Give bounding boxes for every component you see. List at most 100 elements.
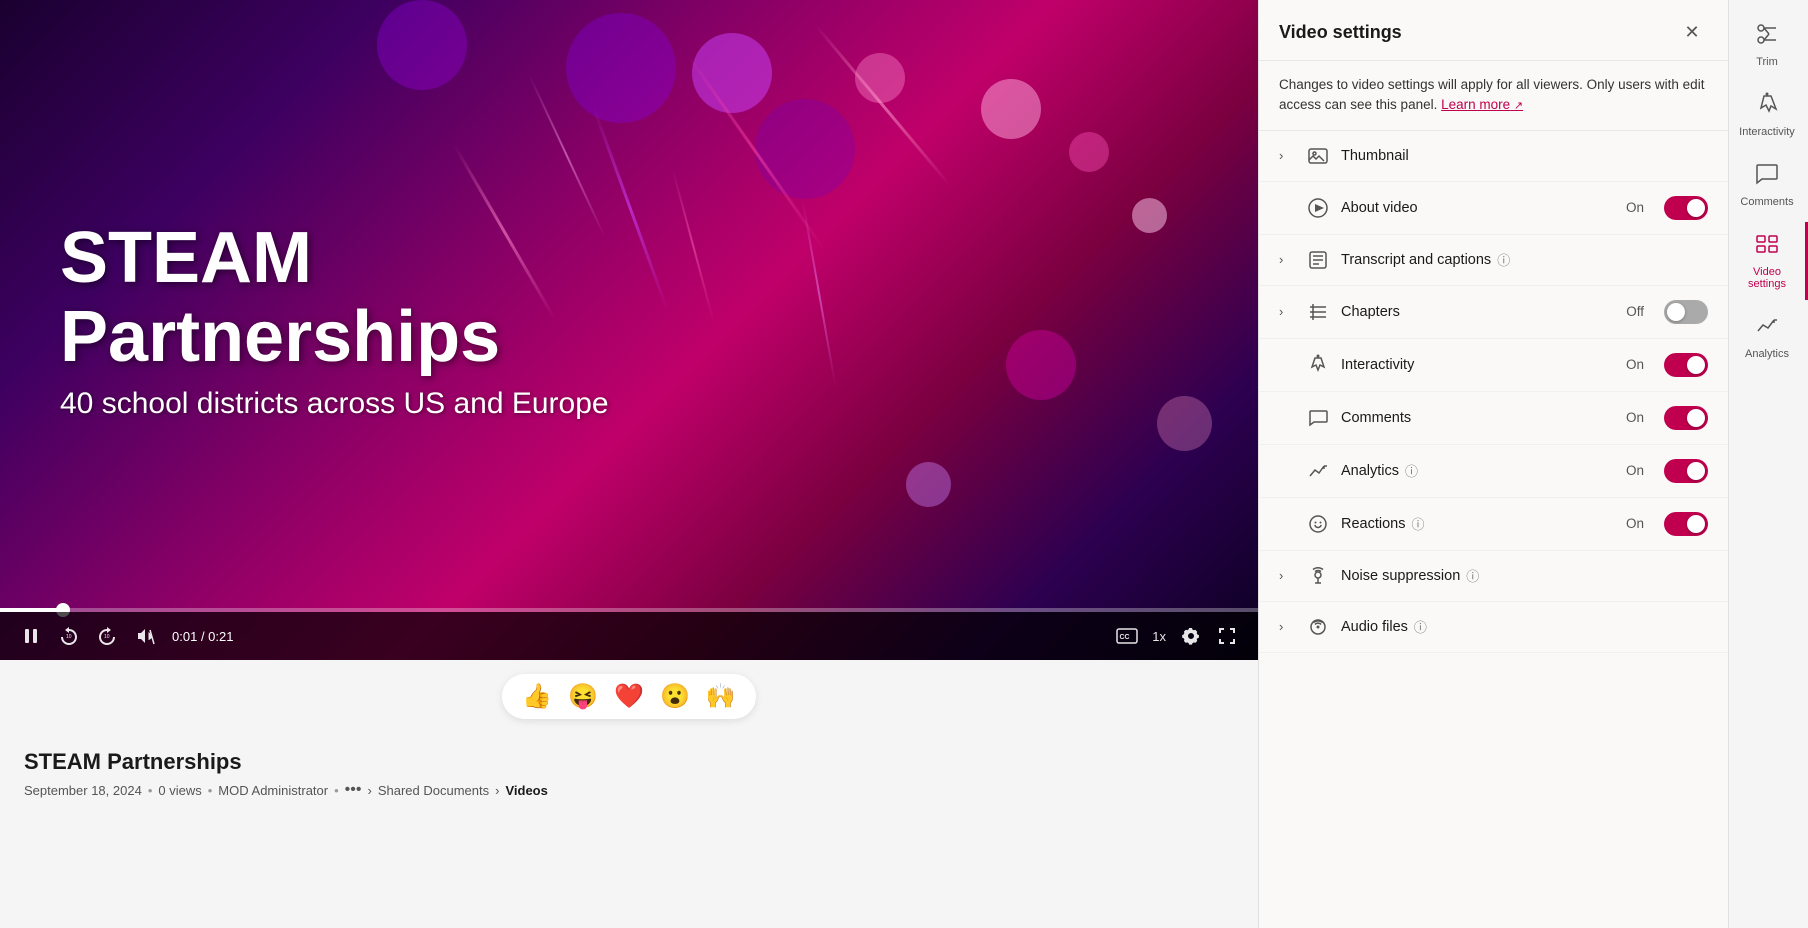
audio-label-text: Audio files xyxy=(1341,619,1408,635)
analytics-settings-icon xyxy=(1307,460,1329,482)
transcript-info-icon[interactable]: ⓘ xyxy=(1497,250,1510,269)
settings-row-analytics: › Analytics ⓘ On xyxy=(1259,445,1728,498)
nav-item-trim[interactable]: Trim xyxy=(1729,12,1808,78)
video-area: STEAM Partnerships 40 school districts a… xyxy=(0,0,1258,928)
chevron-audio: › xyxy=(1279,619,1295,634)
interactivity-toggle[interactable] xyxy=(1664,353,1708,377)
interactivity-settings-icon xyxy=(1307,354,1329,376)
settings-row-transcript[interactable]: › Transcript and captions ⓘ xyxy=(1259,235,1728,286)
nav-settings-icon xyxy=(1755,232,1779,262)
transcript-label: Transcript and captions ⓘ xyxy=(1341,250,1708,269)
analytics-status: On xyxy=(1626,463,1644,478)
reactions-toggle[interactable] xyxy=(1664,512,1708,536)
volume-button[interactable] xyxy=(130,621,160,651)
nav-interactivity-label: Interactivity xyxy=(1739,126,1795,138)
interactivity-label: Interactivity xyxy=(1341,357,1614,373)
interactivity-status: On xyxy=(1626,357,1644,372)
settings-row-about-video: › About video On xyxy=(1259,182,1728,235)
video-title-line2: Partnerships xyxy=(60,298,1198,377)
video-content-overlay: STEAM Partnerships 40 school districts a… xyxy=(0,0,1258,660)
trim-label: Trim xyxy=(1756,56,1778,68)
audio-info-icon[interactable]: ⓘ xyxy=(1414,617,1427,636)
about-video-status: On xyxy=(1626,200,1644,215)
settings-row-noise[interactable]: › Noise suppression ⓘ xyxy=(1259,551,1728,602)
nav-analytics-label: Analytics xyxy=(1745,348,1789,360)
settings-panel: Video settings ✕ Changes to video settin… xyxy=(1258,0,1728,928)
nav-analytics-icon xyxy=(1755,314,1779,344)
breadcrumb-shared[interactable]: Shared Documents xyxy=(378,783,489,798)
analytics-label-text: Analytics xyxy=(1341,463,1399,479)
forward-button[interactable]: 10 xyxy=(92,621,122,651)
trim-icon xyxy=(1755,22,1779,52)
svg-text:10: 10 xyxy=(104,634,110,640)
nav-comments-label: Comments xyxy=(1740,196,1793,208)
more-options-dots[interactable]: ••• xyxy=(345,781,362,799)
time-display: 0:01 / 0:21 xyxy=(172,629,233,644)
chevron-thumbnail: › xyxy=(1279,148,1295,163)
reactions-info-icon[interactable]: ⓘ xyxy=(1411,514,1424,533)
settings-row-reactions: › Reactions ⓘ On xyxy=(1259,498,1728,551)
pause-button[interactable] xyxy=(16,621,46,651)
reactions-settings-icon xyxy=(1307,513,1329,535)
learn-more-text: Learn more xyxy=(1441,97,1510,112)
comments-settings-icon xyxy=(1307,407,1329,429)
noise-label: Noise suppression ⓘ xyxy=(1341,566,1708,585)
svg-text:CC: CC xyxy=(1120,634,1130,641)
reaction-laugh[interactable]: 😝 xyxy=(568,682,598,711)
noise-info-icon[interactable]: ⓘ xyxy=(1466,566,1479,585)
audio-label: Audio files ⓘ xyxy=(1341,617,1708,636)
settings-description: Changes to video settings will apply for… xyxy=(1259,61,1728,131)
learn-more-link[interactable]: Learn more ↗ xyxy=(1441,97,1523,112)
settings-row-thumbnail[interactable]: › Thumbnail xyxy=(1259,131,1728,182)
analytics-toggle[interactable] xyxy=(1664,459,1708,483)
settings-list: › Thumbnail › About video On xyxy=(1259,131,1728,928)
chevron-chapters: › xyxy=(1279,304,1295,319)
nav-item-comments[interactable]: Comments xyxy=(1729,152,1808,218)
breadcrumb-videos[interactable]: Videos xyxy=(505,783,547,798)
speed-button[interactable]: 1x xyxy=(1148,621,1170,651)
time-total: 0:21 xyxy=(208,629,233,644)
captions-button[interactable]: CC xyxy=(1112,621,1142,651)
transcript-icon xyxy=(1307,249,1329,271)
noise-icon xyxy=(1307,565,1329,587)
reaction-heart[interactable]: ❤️ xyxy=(614,682,644,711)
reactions-label: Reactions ⓘ xyxy=(1341,514,1614,533)
video-meta: September 18, 2024 • 0 views • MOD Admin… xyxy=(24,781,1234,799)
time-current: 0:01 xyxy=(172,629,197,644)
settings-row-audio[interactable]: › Audio files ⓘ xyxy=(1259,602,1728,653)
chapters-toggle[interactable] xyxy=(1664,300,1708,324)
nav-item-analytics[interactable]: Analytics xyxy=(1729,304,1808,370)
settings-header: Video settings ✕ xyxy=(1259,0,1728,61)
reaction-clap[interactable]: 🙌 xyxy=(706,682,736,711)
nav-item-video-settings[interactable]: Video settings xyxy=(1729,222,1808,300)
comments-toggle[interactable] xyxy=(1664,406,1708,430)
chapters-status: Off xyxy=(1626,304,1644,319)
chapters-icon xyxy=(1307,301,1329,323)
reactions-pill: 👍 😝 ❤️ 😮 🙌 xyxy=(502,674,755,719)
fullscreen-button[interactable] xyxy=(1212,621,1242,651)
nav-settings-label: Video settings xyxy=(1737,266,1797,290)
settings-row-chapters[interactable]: › Chapters Off xyxy=(1259,286,1728,339)
analytics-info-icon[interactable]: ⓘ xyxy=(1405,461,1418,480)
audio-icon xyxy=(1307,616,1329,638)
thumbnail-icon xyxy=(1307,145,1329,167)
reaction-wow[interactable]: 😮 xyxy=(660,682,690,711)
comments-label: Comments xyxy=(1341,410,1614,426)
reactions-label-text: Reactions xyxy=(1341,516,1405,532)
reactions-bar: 👍 😝 ❤️ 😮 🙌 xyxy=(0,660,1258,733)
close-settings-button[interactable]: ✕ xyxy=(1676,16,1708,48)
video-date: September 18, 2024 xyxy=(24,783,142,798)
video-author: MOD Administrator xyxy=(218,783,328,798)
about-video-toggle[interactable] xyxy=(1664,196,1708,220)
video-controls: 10 10 0:01 / 0:21 xyxy=(0,612,1258,660)
about-video-label: About video xyxy=(1341,200,1614,216)
nav-item-interactivity[interactable]: Interactivity xyxy=(1729,82,1808,148)
transcript-label-text: Transcript and captions xyxy=(1341,252,1491,268)
player-settings-button[interactable] xyxy=(1176,621,1206,651)
settings-title: Video settings xyxy=(1279,22,1402,43)
video-views: 0 views xyxy=(158,783,201,798)
right-nav: Trim Interactivity Comments xyxy=(1728,0,1808,928)
rewind-button[interactable]: 10 xyxy=(54,621,84,651)
reaction-thumbsup[interactable]: 👍 xyxy=(522,682,552,711)
video-player[interactable]: STEAM Partnerships 40 school districts a… xyxy=(0,0,1258,660)
